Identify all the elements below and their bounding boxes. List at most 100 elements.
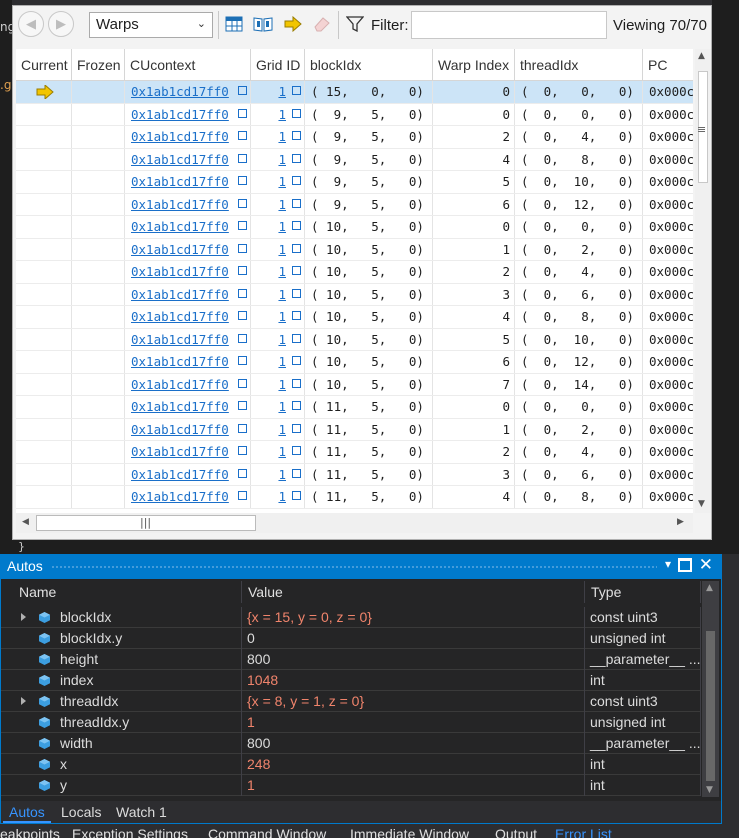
cucontext-link[interactable]: 0x1ab1cd17ff0 bbox=[131, 197, 229, 212]
autos-row[interactable]: width 800 __parameter__ ... bbox=[1, 733, 701, 754]
grid-id-cell[interactable]: 1 bbox=[251, 193, 305, 216]
grid-id-link[interactable]: 1 bbox=[278, 354, 286, 369]
cucontext-link[interactable]: 0x1ab1cd17ff0 bbox=[131, 422, 229, 437]
grid-id-cell[interactable]: 1 bbox=[251, 216, 305, 238]
current-cell[interactable] bbox=[16, 126, 72, 148]
frozen-cell[interactable] bbox=[72, 328, 125, 351]
column-header-pc[interactable]: PC bbox=[643, 49, 693, 81]
grid-id-link[interactable]: 1 bbox=[278, 467, 286, 482]
current-cell[interactable] bbox=[16, 486, 72, 508]
autos-value-cell[interactable]: 1048 bbox=[242, 670, 585, 691]
jump-icon[interactable] bbox=[238, 198, 247, 208]
jump-icon[interactable] bbox=[238, 446, 247, 455]
cucontext-link[interactable]: 0x1ab1cd17ff0 bbox=[131, 107, 229, 122]
table-row[interactable]: 0x1ab1cd17ff0 1 ( 15, 0, 0) 0( 0, 0, 0) 0x00… bbox=[16, 81, 693, 104]
jump-icon[interactable] bbox=[238, 333, 247, 343]
table-row[interactable]: 0x1ab1cd17ff0 1 ( 9, 5, 0) 5( 0, 10, 0) 0x00… bbox=[16, 171, 693, 194]
autos-value-cell[interactable]: 800 bbox=[242, 733, 585, 754]
cucontext-cell[interactable]: 0x1ab1cd17ff0 bbox=[125, 193, 251, 216]
grid-id-cell[interactable]: 1 bbox=[251, 148, 305, 171]
tab-locals[interactable]: Locals bbox=[55, 801, 107, 823]
current-cell[interactable] bbox=[16, 261, 72, 283]
cucontext-link[interactable]: 0x1ab1cd17ff0 bbox=[131, 444, 229, 459]
jump-icon[interactable] bbox=[238, 401, 247, 410]
cucontext-cell[interactable]: 0x1ab1cd17ff0 bbox=[125, 81, 251, 103]
jump-icon[interactable] bbox=[292, 153, 301, 163]
maximize-icon[interactable] bbox=[678, 558, 692, 572]
autos-row[interactable]: x 248 int bbox=[1, 754, 701, 775]
table-row[interactable]: 0x1ab1cd17ff0 1 ( 10, 5, 0) 6( 0, 12, 0) 0x0… bbox=[16, 351, 693, 374]
jump-icon[interactable] bbox=[292, 86, 301, 95]
grid-id-cell[interactable]: 1 bbox=[251, 306, 305, 328]
cucontext-cell[interactable]: 0x1ab1cd17ff0 bbox=[125, 103, 251, 126]
frozen-cell[interactable] bbox=[72, 216, 125, 238]
grid-id-link[interactable]: 1 bbox=[278, 129, 286, 144]
current-cell[interactable] bbox=[16, 283, 72, 306]
autos-value-cell[interactable]: 0 bbox=[242, 628, 585, 649]
grid-id-cell[interactable]: 1 bbox=[251, 441, 305, 463]
tab-breakpoints[interactable]: eakpoints bbox=[0, 826, 60, 838]
autos-scroll-thumb[interactable] bbox=[706, 631, 715, 781]
grid-id-cell[interactable]: 1 bbox=[251, 283, 305, 306]
current-cell[interactable] bbox=[16, 463, 72, 486]
current-cell[interactable] bbox=[16, 193, 72, 216]
cucontext-cell[interactable]: 0x1ab1cd17ff0 bbox=[125, 283, 251, 306]
grid-id-cell[interactable]: 1 bbox=[251, 351, 305, 373]
jump-icon[interactable] bbox=[238, 221, 247, 230]
jump-icon[interactable] bbox=[238, 356, 247, 365]
jump-icon[interactable] bbox=[292, 198, 301, 208]
current-cell[interactable] bbox=[16, 216, 72, 238]
tab-command-window[interactable]: Command Window bbox=[208, 826, 326, 838]
cucontext-link[interactable]: 0x1ab1cd17ff0 bbox=[131, 399, 229, 414]
tab-error-list[interactable]: Error List bbox=[555, 826, 612, 838]
current-cell[interactable] bbox=[16, 351, 72, 373]
cucontext-link[interactable]: 0x1ab1cd17ff0 bbox=[131, 377, 229, 392]
current-cell[interactable] bbox=[16, 418, 72, 441]
jump-icon[interactable] bbox=[292, 378, 301, 388]
frozen-cell[interactable] bbox=[72, 238, 125, 261]
frozen-cell[interactable] bbox=[72, 418, 125, 441]
scroll-down-icon[interactable]: ▼ bbox=[698, 499, 705, 509]
cucontext-cell[interactable]: 0x1ab1cd17ff0 bbox=[125, 441, 251, 463]
cucontext-cell[interactable]: 0x1ab1cd17ff0 bbox=[125, 148, 251, 171]
column-header-blockidx[interactable]: blockIdx bbox=[305, 49, 433, 81]
cucontext-link[interactable]: 0x1ab1cd17ff0 bbox=[131, 264, 229, 279]
current-cell[interactable] bbox=[16, 171, 72, 193]
frozen-cell[interactable] bbox=[72, 283, 125, 306]
autos-row[interactable]: threadIdx.y 1 unsigned int bbox=[1, 712, 701, 733]
jump-icon[interactable] bbox=[238, 176, 247, 185]
column-header-current[interactable]: Current bbox=[16, 49, 72, 81]
frozen-cell[interactable] bbox=[72, 81, 125, 103]
current-cell[interactable] bbox=[16, 373, 72, 396]
cucontext-cell[interactable]: 0x1ab1cd17ff0 bbox=[125, 216, 251, 238]
current-cell[interactable] bbox=[16, 238, 72, 261]
cucontext-link[interactable]: 0x1ab1cd17ff0 bbox=[131, 489, 229, 504]
grid-id-link[interactable]: 1 bbox=[278, 197, 286, 212]
cucontext-cell[interactable]: 0x1ab1cd17ff0 bbox=[125, 396, 251, 418]
cucontext-cell[interactable]: 0x1ab1cd17ff0 bbox=[125, 328, 251, 351]
tab-exception-settings[interactable]: Exception Settings bbox=[72, 826, 188, 838]
jump-icon[interactable] bbox=[238, 468, 247, 478]
jump-icon[interactable] bbox=[238, 378, 247, 388]
jump-icon[interactable] bbox=[292, 491, 301, 500]
grid-id-cell[interactable]: 1 bbox=[251, 418, 305, 441]
jump-icon[interactable] bbox=[292, 423, 301, 433]
grid-id-cell[interactable]: 1 bbox=[251, 373, 305, 396]
view-select[interactable]: Warps ⌄ bbox=[89, 12, 213, 38]
frozen-cell[interactable] bbox=[72, 171, 125, 193]
frozen-cell[interactable] bbox=[72, 261, 125, 283]
table-row[interactable]: 0x1ab1cd17ff0 1 ( 10, 5, 0) 2( 0, 4, 0) 0x00… bbox=[16, 261, 693, 284]
current-cell[interactable] bbox=[16, 103, 72, 126]
autos-header-name[interactable]: Name bbox=[13, 581, 242, 603]
grid-id-link[interactable]: 1 bbox=[278, 332, 286, 347]
grid-id-link[interactable]: 1 bbox=[278, 489, 286, 504]
autos-value-cell[interactable]: 1 bbox=[242, 775, 585, 796]
forward-button[interactable]: ▶ bbox=[48, 11, 74, 37]
current-cell[interactable] bbox=[16, 148, 72, 171]
column-header-cucontext[interactable]: CUcontext bbox=[125, 49, 251, 81]
jump-icon[interactable] bbox=[292, 468, 301, 478]
jump-icon[interactable] bbox=[238, 423, 247, 433]
autos-header-type[interactable]: Type bbox=[585, 581, 701, 603]
tab-immediate-window[interactable]: Immediate Window bbox=[350, 826, 469, 838]
grid-id-cell[interactable]: 1 bbox=[251, 126, 305, 148]
